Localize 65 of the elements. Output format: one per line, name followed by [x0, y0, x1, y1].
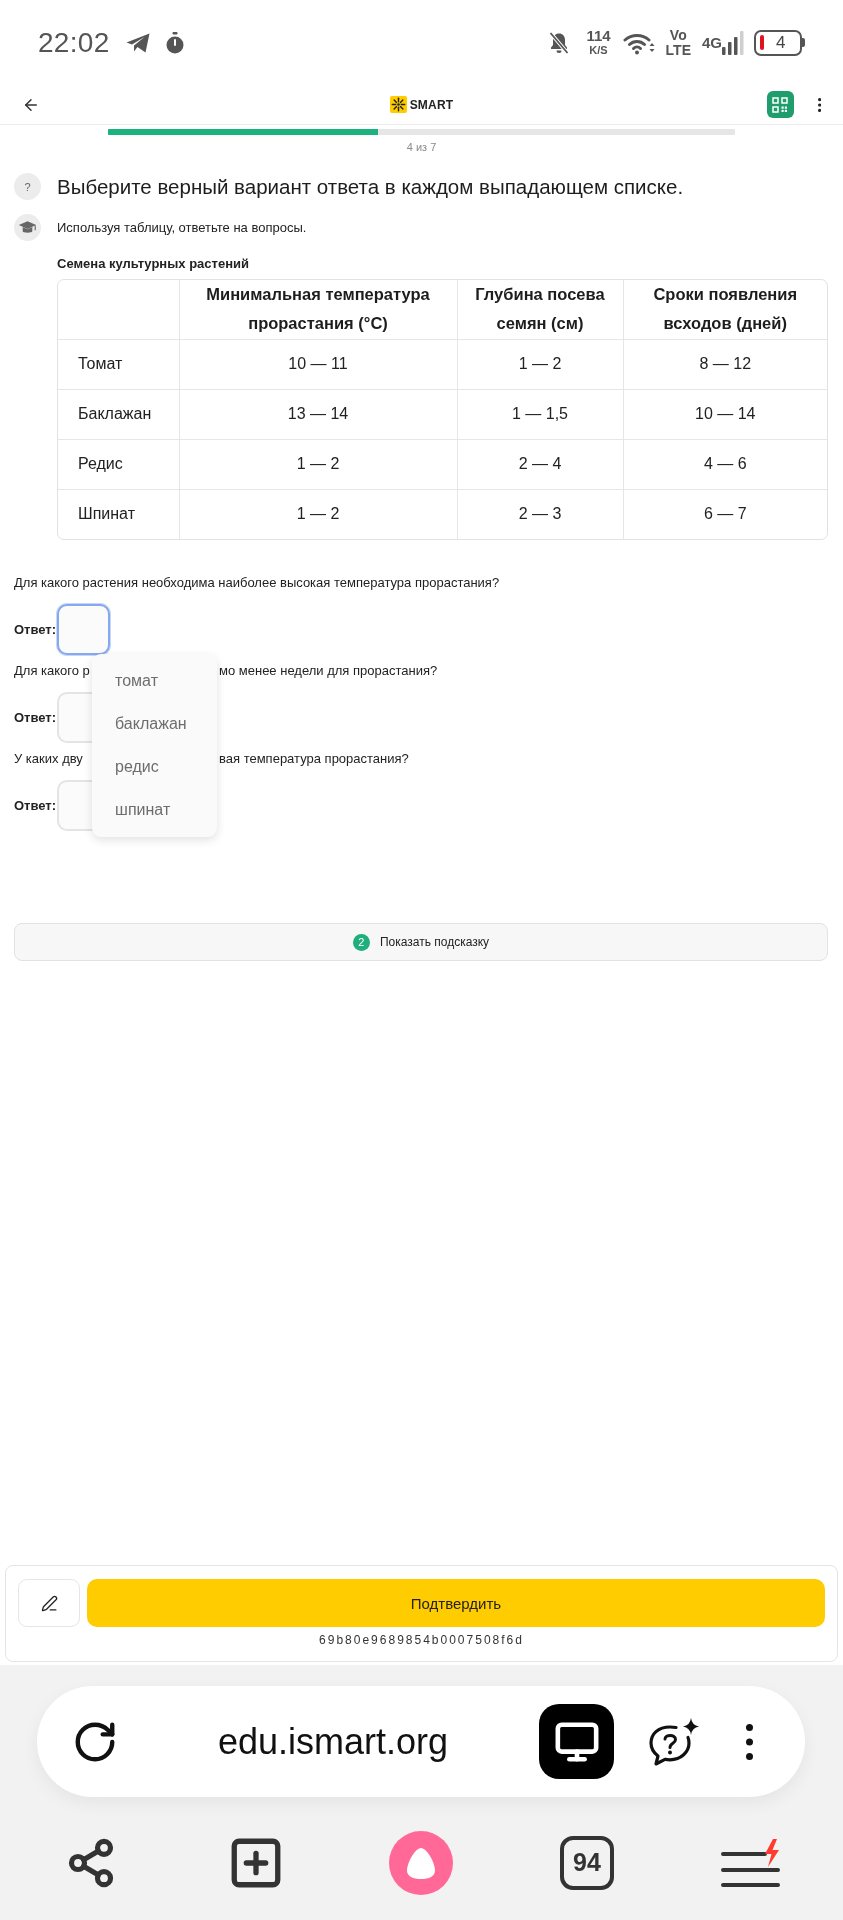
- answer-label: Ответ:: [14, 622, 57, 637]
- pencil-icon: [40, 1594, 58, 1612]
- submit-button[interactable]: Подтвердить: [87, 1579, 825, 1627]
- battery-indicator: 4: [754, 29, 805, 56]
- volte-label: LTE: [665, 42, 691, 58]
- edit-button[interactable]: [18, 1579, 80, 1627]
- dropdown-option[interactable]: шпинат: [92, 788, 218, 831]
- more-icon[interactable]: [817, 97, 821, 112]
- table-cell: 10 — 14: [623, 389, 827, 439]
- question-text: вая температура прорастания?: [219, 751, 409, 767]
- table-cell: 1 — 2: [179, 439, 457, 489]
- row-header: Шпинат: [58, 489, 179, 539]
- table-cell: 10 — 11: [179, 339, 457, 389]
- show-hint-button[interactable]: 2 Показать подсказку: [14, 923, 828, 961]
- question-text: У каких дву: [14, 751, 84, 767]
- table-caption: Семена культурных растений: [57, 256, 249, 272]
- paper-plane-icon: [124, 31, 151, 54]
- question-mark-disc: ?: [14, 173, 41, 200]
- progress-label: 4 из 7: [406, 140, 437, 154]
- tabs-button[interactable]: 94: [559, 1835, 614, 1890]
- speed-unit: K/S: [589, 44, 608, 57]
- logo-text: SMART: [409, 97, 454, 112]
- column-header: Минимальная температура прорастания (°C): [179, 280, 457, 339]
- table-cell: 2 — 4: [457, 439, 623, 489]
- qr-code-button[interactable]: [766, 91, 794, 118]
- graduation-cap-icon: [14, 214, 41, 241]
- dropdown-option[interactable]: томат: [92, 659, 218, 702]
- volte-label: Vo: [669, 27, 687, 43]
- row-header: Томат: [58, 339, 179, 389]
- question-text: мо менее недели для прорастания?: [219, 663, 438, 679]
- assistant-icon[interactable]: [389, 1830, 454, 1895]
- answer-label: Ответ:: [14, 710, 57, 725]
- task-id: 69b80e9689854b0007508f6d: [319, 1633, 524, 1647]
- table-cell: 1 — 2: [179, 489, 457, 539]
- question-text: Для какого растения необходима наиболее высокая температура прорастания?: [14, 575, 500, 591]
- table-cell: 6 — 7: [623, 489, 827, 539]
- column-header: Глубина посева семян (см): [457, 280, 623, 339]
- column-header: Сроки появления всходов (дней): [623, 280, 827, 339]
- more-icon[interactable]: [746, 1723, 753, 1760]
- signal-icon: [722, 30, 744, 55]
- muted-bell-icon: [548, 30, 571, 55]
- clock-time: 22:02: [38, 26, 110, 59]
- task-title: Выберите верный вариант ответа в каждом выпадающем списке.: [57, 174, 684, 199]
- table-cell: 2 — 3: [457, 489, 623, 539]
- question-text: Для какого р: [14, 663, 91, 679]
- network-type: 4G: [702, 33, 722, 51]
- stopwatch-icon: [165, 31, 184, 54]
- row-header: Редис: [58, 439, 179, 489]
- address-bar[interactable]: edu.ismart.org: [37, 1686, 805, 1797]
- logo-icon: [389, 96, 407, 113]
- url-text: edu.ismart.org: [218, 1720, 449, 1763]
- table-cell: 13 — 14: [179, 389, 457, 439]
- table-cell: 8 — 12: [623, 339, 827, 389]
- instruction-text: Используя таблицу, ответьте на вопросы.: [57, 220, 307, 235]
- hint-count: 2: [352, 933, 370, 951]
- row-header: Баклажан: [58, 389, 179, 439]
- table-cell: 1 — 1,5: [457, 389, 623, 439]
- answer-label: Ответ:: [14, 798, 57, 813]
- dropdown-option[interactable]: баклажан: [92, 702, 218, 745]
- speed-value: 114: [586, 28, 611, 44]
- qr-code-icon: [772, 96, 789, 113]
- desktop-mode-button[interactable]: [539, 1704, 614, 1779]
- table-cell: 1 — 2: [457, 339, 623, 389]
- dropdown-option[interactable]: редис: [92, 745, 218, 788]
- table-cell: 4 — 6: [623, 439, 827, 489]
